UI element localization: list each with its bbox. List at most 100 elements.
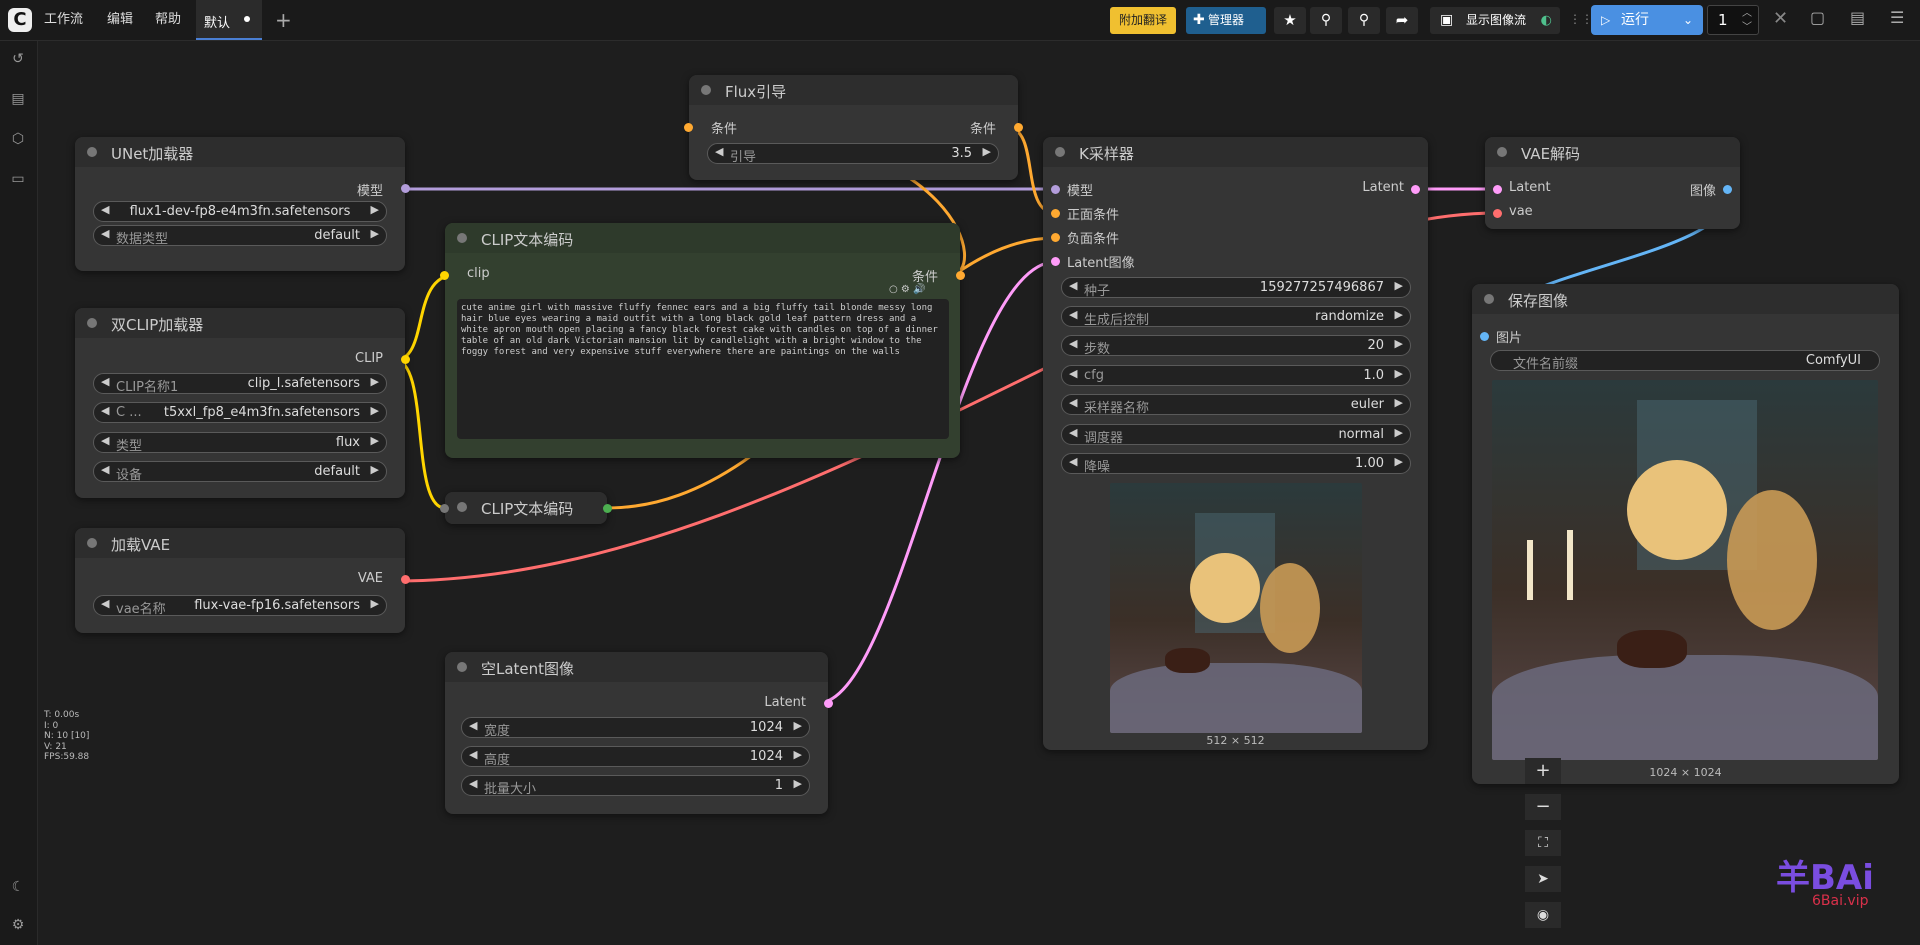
preview-size-label: 512 × 512 [1206,734,1265,747]
output-image-port[interactable] [1723,185,1732,194]
output-latent-port[interactable] [1411,185,1420,194]
node-ksampler[interactable]: K采样器 模型 正面条件 负面条件 Latent图像 Latent ◀ 种子 159… [1043,137,1428,750]
cfg-widget[interactable]: ◀ cfg 1.0 ▶ [1061,365,1411,386]
input-clip-port[interactable] [440,271,449,280]
menu-workflow[interactable]: 工作流 [44,0,83,40]
node-icon-2[interactable]: ⚲ [1348,7,1380,34]
table-shape [1492,655,1878,760]
share-icon[interactable]: ➦ [1386,7,1418,34]
translate-button[interactable]: 附加翻译 [1110,7,1176,34]
theme-moon-icon[interactable]: ☾ [10,879,26,895]
output-cond-port[interactable] [956,271,965,280]
input-latent-port[interactable] [1493,185,1502,194]
left-sidebar: ↺ ▤ ⬡ ▭ ☾ ⚙ [0,41,38,945]
filename-prefix-widget[interactable]: 文件名前缀 ComfyUI [1490,350,1880,372]
queue-count-input[interactable]: 1 ︿ ﹀ [1707,5,1759,35]
toggle-links-eye-icon[interactable]: ◉ [1525,902,1561,928]
node-title: UNet加载器 [111,145,194,163]
folder-icon[interactable]: ▭ [10,171,26,187]
input-positive-port[interactable] [1051,209,1060,218]
input-images-port[interactable] [1480,332,1489,341]
clip1-widget[interactable]: ◀ CLIP名称1 clip_l.safetensors ▶ [93,373,387,395]
window-square-icon[interactable]: ▢ [1810,8,1825,27]
gallery-icon: ▣ [1440,12,1454,28]
node-vae-decode[interactable]: VAE解码 Latent vae 图像 [1485,137,1740,229]
run-button[interactable]: ▷ 运行 ⌄ [1591,5,1703,35]
node-empty-latent[interactable]: 空Latent图像 Latent ◀ 宽度 1024 ▶ ◀ 高度 1024 ▶ ◀ 批量大小… [445,652,833,814]
hamburger-menu-icon[interactable]: ☰ [1890,8,1904,27]
node-dual-clip-loader[interactable]: 双CLIP加载器 CLIP ◀ CLIP名称1 clip_l.safetensors… [75,308,410,498]
denoise-widget[interactable]: ◀ 降噪 1.00 ▶ [1061,453,1411,475]
puzzle-icon: ✚ [1193,12,1205,28]
steps-widget[interactable]: ◀ 步数 20 ▶ [1061,335,1411,357]
tab-default[interactable]: 默认 [196,0,262,40]
drag-handle-icon[interactable]: ⋮⋮ [1569,12,1593,26]
width-widget[interactable]: ◀ 宽度 1024 ▶ [461,717,810,739]
input-negative-port[interactable] [1051,233,1060,242]
panel-bottom-icon[interactable]: ▤ [1850,8,1865,27]
node-title: Flux引导 [725,83,787,101]
show-image-flow-button[interactable]: ▣ 显示图像流 ◐ [1430,7,1560,34]
control-after-generate-widget[interactable]: ◀ 生成后控制 randomize ▶ [1061,306,1411,328]
unet-name-widget[interactable]: ◀ flux1-dev-fp8-e4m3fn.safetensors ▶ [93,201,387,222]
cancel-icon[interactable]: ✕ [1773,8,1788,29]
stepper-down-icon[interactable]: ﹀ [1742,14,1752,42]
input-clip-port[interactable] [440,504,449,513]
textarea-tools-icon[interactable]: ○ ⚙ 🔊 [889,284,926,295]
guidance-widget[interactable]: ◀ 引导 3.5 ▶ [707,143,999,165]
prompt-textarea[interactable]: cute anime girl with massive fluffy fenn… [457,299,949,439]
pointer-mode-icon[interactable]: ➤ [1525,866,1561,892]
input-latent-port[interactable] [1051,257,1060,266]
node-load-vae[interactable]: 加载VAE VAE ◀ vae名称 flux-vae-fp16.safetensor… [75,528,410,633]
star-icon[interactable]: ★ [1274,7,1306,34]
fit-view-icon[interactable]: ⛶ [1525,830,1561,856]
clip2-widget[interactable]: ◀ C ... t5xxl_fp8_e4m3fn.safetensors ▶ [93,402,387,423]
menu-help[interactable]: 帮助 [155,0,181,40]
history-icon[interactable]: ↺ [10,51,26,67]
height-widget[interactable]: ◀ 高度 1024 ▶ [461,746,810,768]
input-positive-label: 正面条件 [1067,208,1120,223]
node-flux-guidance[interactable]: Flux引导 条件 条件 ◀ 引导 3.5 ▶ [684,75,1023,180]
node-title: CLIP文本编码 [481,231,574,249]
menu-edit[interactable]: 编辑 [107,0,133,40]
input-cond-port[interactable] [684,123,693,132]
model-library-icon[interactable]: ⬡ [10,131,26,147]
scheduler-widget[interactable]: ◀ 调度器 normal ▶ [1061,424,1411,446]
node-clip-text-encode[interactable]: CLIP文本编码 clip 条件 ○ ⚙ 🔊 cute anime girl w… [440,223,965,458]
settings-gear-icon[interactable]: ⚙ [10,917,26,933]
output-image[interactable] [1492,380,1878,760]
new-tab-plus-icon[interactable]: + [275,8,292,32]
output-cond-port[interactable] [1014,123,1023,132]
seed-widget[interactable]: ◀ 种子 159277257496867 ▶ [1061,277,1411,299]
input-latent-label: Latent [1509,180,1551,195]
output-model-port[interactable] [401,184,410,193]
node-icon-1[interactable]: ⚲ [1310,7,1342,34]
output-latent-port[interactable] [824,699,833,708]
output-cond-port[interactable] [603,504,612,513]
node-clip-text-encode-collapsed[interactable]: CLIP文本编码 [440,492,612,524]
device-widget[interactable]: ◀ 设备 default ▶ [93,461,387,483]
input-model-port[interactable] [1051,185,1060,194]
dtype-widget[interactable]: ◀ 数据类型 default ▶ [93,225,387,247]
sampler-name-widget[interactable]: ◀ 采样器名称 euler ▶ [1061,394,1411,416]
comfyui-logo[interactable]: C [8,8,32,32]
vae-name-widget[interactable]: ◀ vae名称 flux-vae-fp16.safetensors ▶ [93,595,387,617]
node-title: 保存图像 [1508,292,1569,310]
output-clip-port[interactable] [401,355,410,364]
run-dropdown-chevron-icon[interactable]: ⌄ [1683,5,1693,35]
preview-image[interactable] [1110,483,1362,733]
manager-button[interactable]: ✚ 管理器 [1186,7,1266,34]
zoom-out-minus-icon[interactable]: − [1525,794,1561,820]
input-vae-port[interactable] [1493,209,1502,218]
batch-widget[interactable]: ◀ 批量大小 1 ▶ [461,775,810,797]
node-title: 加载VAE [111,536,171,554]
node-title: 空Latent图像 [481,660,575,678]
type-widget[interactable]: ◀ 类型 flux ▶ [93,432,387,454]
zoom-in-plus-icon[interactable]: + [1525,758,1561,784]
node-save-image[interactable]: 保存图像 图片 文件名前缀 ComfyUI 1024 × 1024 [1472,284,1899,784]
queue-list-icon[interactable]: ▤ [10,91,26,107]
node-unet-loader[interactable]: UNet加载器 模型 ◀ flux1-dev-fp8-e4m3fn.safeten… [75,137,410,271]
input-cond-label: 条件 [711,122,738,137]
output-vae-port[interactable] [401,575,410,584]
output-vae-label: VAE [357,571,383,586]
